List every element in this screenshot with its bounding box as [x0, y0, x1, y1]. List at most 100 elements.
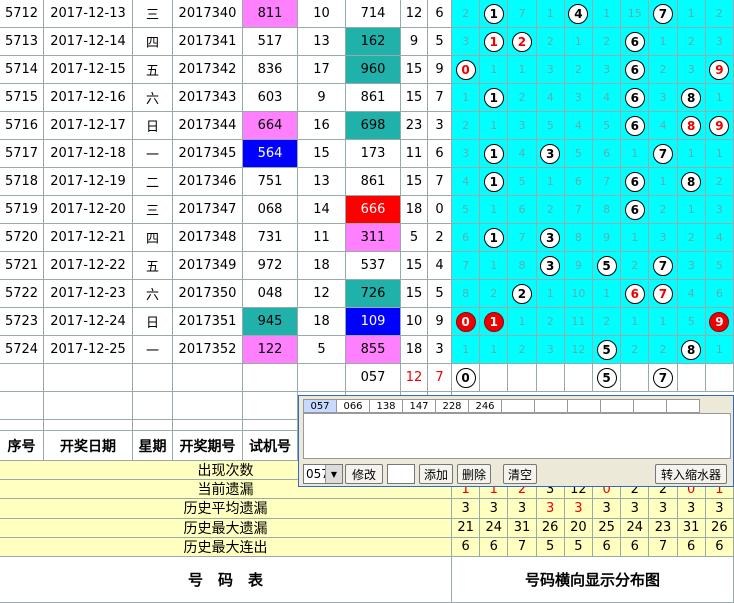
omission-value: 1	[546, 175, 554, 188]
omission-value: 2	[546, 35, 554, 48]
number-ball: 2	[511, 31, 532, 52]
add-button[interactable]: 添加	[419, 464, 453, 484]
dist-cell: 1	[480, 308, 509, 336]
number-ball: 1	[483, 143, 504, 164]
omission-value: 2	[546, 203, 554, 216]
stat-value: 3	[705, 499, 734, 519]
cell-x: 4	[428, 252, 452, 280]
cell-span: 18	[401, 336, 428, 364]
modify-button[interactable]: 修改	[345, 464, 383, 484]
stat-label: 历史最大遗漏	[0, 518, 452, 538]
preview-dist-cell	[621, 364, 650, 392]
cell-test: 664	[243, 112, 298, 140]
number-combo[interactable]: 057 ▼	[303, 464, 343, 484]
dist-cell: 3	[508, 112, 537, 140]
header-date: 开奖日期	[44, 431, 133, 461]
omission-value: 8	[518, 259, 526, 272]
number-list-popup[interactable]: 057 066 138 147 228 246 057 ▼ 修改 添加 删除 清空 转入缩…	[298, 395, 734, 487]
cell-span: 11	[401, 140, 428, 168]
omission-value: 15	[627, 7, 642, 20]
number-ball: 8	[681, 87, 702, 108]
omission-value: 5	[462, 203, 470, 216]
dist-cell: 2	[593, 308, 622, 336]
number-ball: 9	[709, 311, 730, 332]
dist-cell: 0	[452, 308, 481, 336]
omission-value: 1	[659, 35, 667, 48]
chevron-down-icon[interactable]: ▼	[325, 465, 342, 483]
dist-cell: 2	[564, 56, 593, 84]
number-ball: 2	[511, 283, 532, 304]
omission-value: 4	[518, 147, 526, 160]
cell-issue: 2017341	[173, 28, 243, 56]
omission-value: 7	[518, 231, 526, 244]
stat-value: 6	[452, 537, 481, 557]
number-list-empty[interactable]	[633, 399, 667, 413]
cell-test: 836	[243, 56, 298, 84]
cell-sum: 10	[298, 0, 346, 28]
to-shrinker-button[interactable]: 转入缩水器	[655, 464, 727, 484]
omission-value: 1	[659, 175, 667, 188]
number-list-item[interactable]: 138	[369, 399, 403, 413]
dist-cell: 6	[621, 196, 650, 224]
dist-cell: 8	[564, 224, 593, 252]
cell-week: 四	[133, 224, 173, 252]
number-ball: 0	[455, 59, 476, 80]
preview-dist-cell	[705, 364, 734, 392]
cell-seq: 5722	[0, 280, 44, 308]
number-ball: 4	[568, 3, 589, 24]
dist-cell: 2	[649, 56, 678, 84]
preview-dist-cell	[564, 364, 593, 392]
number-list-empty[interactable]	[600, 399, 634, 413]
list-content-area[interactable]	[303, 413, 731, 459]
omission-value: 9	[574, 259, 582, 272]
dist-cell: 2	[705, 0, 734, 28]
number-list[interactable]: 057 066 138 147 228 246	[303, 399, 734, 413]
number-list-item[interactable]: 246	[468, 399, 502, 413]
omission-value: 2	[518, 91, 526, 104]
empty-cell	[0, 364, 44, 392]
number-list-empty[interactable]	[567, 399, 601, 413]
dist-cell: 4	[677, 280, 706, 308]
number-list-item[interactable]: 066	[336, 399, 370, 413]
number-list-item[interactable]: 147	[402, 399, 436, 413]
cell-span: 15	[401, 168, 428, 196]
omission-value: 4	[546, 91, 554, 104]
omission-value: 2	[715, 7, 723, 20]
clear-button[interactable]: 清空	[503, 464, 537, 484]
dist-cell: 5	[508, 168, 537, 196]
empty-cell	[44, 364, 133, 392]
empty-cell	[44, 392, 133, 420]
dist-cell: 1	[536, 168, 565, 196]
preview-dist-cell: 7	[649, 364, 678, 392]
cell-draw: 714	[346, 0, 401, 28]
cell-draw: 109	[346, 308, 401, 336]
omission-value: 2	[631, 259, 639, 272]
dist-cell: 1	[621, 308, 650, 336]
dist-cell: 5	[593, 252, 622, 280]
dist-cell: 8	[677, 336, 706, 364]
dist-cell: 6	[452, 224, 481, 252]
cell-seq: 5712	[0, 0, 44, 28]
cell-draw: 173	[346, 140, 401, 168]
delete-button[interactable]: 删除	[457, 464, 491, 484]
dist-cell: 1	[452, 336, 481, 364]
omission-value: 2	[518, 343, 526, 356]
dist-cell: 1	[677, 0, 706, 28]
dist-cell: 4	[593, 84, 622, 112]
number-list-empty[interactable]	[501, 399, 535, 413]
number-list-empty[interactable]	[534, 399, 568, 413]
number-list-empty[interactable]	[666, 399, 700, 413]
cell-sum: 18	[298, 252, 346, 280]
dist-cell: 3	[536, 140, 565, 168]
number-list-item[interactable]: 057	[303, 399, 337, 413]
omission-value: 8	[603, 203, 611, 216]
dist-cell: 3	[593, 56, 622, 84]
omission-value: 7	[603, 175, 611, 188]
dist-cell: 11	[564, 308, 593, 336]
number-input[interactable]	[387, 464, 415, 484]
empty-cell	[243, 392, 298, 420]
empty-cell	[0, 392, 44, 420]
cell-issue: 2017350	[173, 280, 243, 308]
number-list-item[interactable]: 228	[435, 399, 469, 413]
empty-cell	[173, 420, 243, 431]
